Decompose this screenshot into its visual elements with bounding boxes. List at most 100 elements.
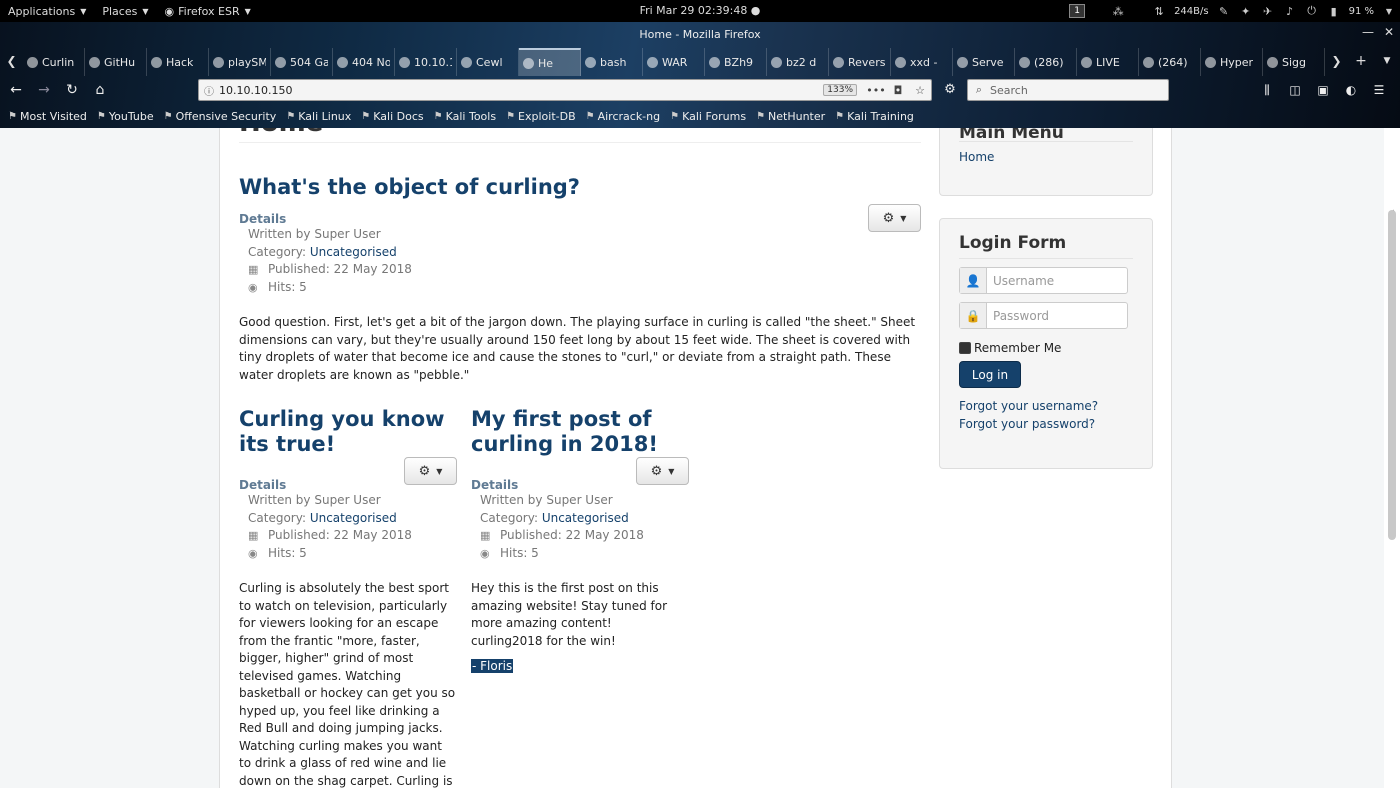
pocket-icon[interactable]: ◘ xyxy=(887,84,909,97)
tab-label: Sigg xyxy=(1282,55,1307,69)
browser-tab[interactable]: Reverse xyxy=(829,48,891,76)
library-icon[interactable]: ⫼ xyxy=(1256,79,1278,101)
chevron-down-icon[interactable]: ▼ xyxy=(1378,0,1400,22)
tab-favicon-icon xyxy=(27,56,38,68)
bookmark-item[interactable]: ⚑ Most Visited xyxy=(8,110,87,123)
bookmark-item[interactable]: ⚑ Exploit-DB xyxy=(506,110,576,123)
browser-tab[interactable]: Hyper xyxy=(1201,48,1263,76)
reload-button[interactable]: ↻ xyxy=(58,76,86,104)
tab-scroll-right-icon[interactable]: ❯ xyxy=(1325,46,1348,76)
username-field[interactable]: 👤 xyxy=(959,267,1128,294)
browser-tab[interactable]: (286) xyxy=(1015,48,1077,76)
back-button[interactable]: ← xyxy=(2,76,30,104)
forgot-username-link[interactable]: Forgot your username? xyxy=(959,398,1133,416)
close-icon[interactable]: ✕ xyxy=(1384,25,1394,39)
active-app-menu[interactable]: ◉ Firefox ESR ▼ xyxy=(157,0,259,22)
places-menu[interactable]: Places ▼ xyxy=(94,0,156,22)
browser-tab[interactable]: 404 Not xyxy=(333,48,395,76)
extension-icon[interactable]: ▣ xyxy=(1312,79,1334,101)
category-link[interactable]: Uncategorised xyxy=(542,511,629,525)
bookmark-item[interactable]: ⚑ YouTube xyxy=(97,110,154,123)
article-title[interactable]: My first post of curling in 2018! xyxy=(471,407,689,457)
browser-tab[interactable]: bash xyxy=(581,48,643,76)
article-title[interactable]: What's the object of curling? xyxy=(239,175,921,200)
kali-icon[interactable]: ◐ xyxy=(1340,79,1362,101)
bookmark-item[interactable]: ⚑ Kali Docs xyxy=(361,110,423,123)
article-tools-button[interactable]: ⚙ ▼ xyxy=(636,457,689,485)
page-actions-icon[interactable]: ••• xyxy=(865,84,887,97)
forward-button[interactable]: → xyxy=(30,76,58,104)
tab-scroll-left-icon[interactable]: ❮ xyxy=(0,46,23,76)
bookmark-item[interactable]: ⚑ Offensive Security xyxy=(164,110,277,123)
password-input[interactable] xyxy=(987,303,1127,328)
bookmark-item[interactable]: ⚑ Kali Linux xyxy=(286,110,351,123)
bookmark-item[interactable]: ⚑ NetHunter xyxy=(756,110,825,123)
sidebar-icon[interactable]: ◫ xyxy=(1284,79,1306,101)
bookmark-item[interactable]: ⚑ Kali Forums xyxy=(670,110,746,123)
signature-selected[interactable]: - Floris xyxy=(471,659,514,673)
browser-tab[interactable]: 10.10.10 xyxy=(395,48,457,76)
window-titlebar[interactable]: Home - Mozilla Firefox — ✕ xyxy=(0,22,1400,46)
browser-tab[interactable]: WAR xyxy=(643,48,705,76)
extension-icon[interactable]: ⁂ xyxy=(1088,0,1148,22)
tab-label: bz2 d xyxy=(786,55,817,69)
username-input[interactable] xyxy=(987,268,1127,293)
info-icon[interactable]: ⓘ xyxy=(199,83,219,98)
url-text[interactable]: 10.10.10.150 xyxy=(219,84,823,97)
category-link[interactable]: Uncategorised xyxy=(310,245,397,259)
home-button[interactable]: ⌂ xyxy=(86,76,114,104)
browser-tab[interactable]: BZh9 xyxy=(705,48,767,76)
browser-tab[interactable]: Curlin xyxy=(23,48,85,76)
browser-tab[interactable]: Serve xyxy=(953,48,1015,76)
zoom-level[interactable]: 133% xyxy=(823,84,857,96)
bookmark-item[interactable]: ⚑ Aircrack-ng xyxy=(586,110,660,123)
browser-tab[interactable]: 504 Gate xyxy=(271,48,333,76)
minimize-icon[interactable]: — xyxy=(1362,25,1374,39)
browser-tab[interactable]: (264) xyxy=(1139,48,1201,76)
browser-tab[interactable]: LIVE xyxy=(1077,48,1139,76)
kali-dragon-icon: ⚑ xyxy=(361,110,371,122)
bookmark-item[interactable]: ⚑ Kali Training xyxy=(835,110,914,123)
applications-menu[interactable]: Applications ▼ xyxy=(0,0,94,22)
search-bar[interactable]: ⌕ Search xyxy=(967,79,1169,101)
hits: ◉ Hits: 5 xyxy=(480,545,689,563)
tab-label: WAR xyxy=(662,55,688,69)
browser-tab[interactable]: Sigg xyxy=(1263,48,1325,76)
password-field[interactable]: 🔒 xyxy=(959,302,1128,329)
scroll-thumb[interactable] xyxy=(1388,210,1396,540)
new-tab-button[interactable]: + xyxy=(1348,53,1374,69)
tab-label: He xyxy=(538,56,554,70)
airplane-icon[interactable]: ✈ xyxy=(1257,0,1279,22)
gear-icon[interactable]: ⚙ xyxy=(940,79,960,101)
article-tools-button[interactable]: ⚙ ▼ xyxy=(868,204,921,232)
tool-icon[interactable]: ✎ xyxy=(1213,0,1235,22)
browser-tab[interactable]: xxd - xyxy=(891,48,953,76)
browser-tab[interactable]: He xyxy=(519,48,581,76)
volume-icon[interactable]: ♪ xyxy=(1279,0,1301,22)
browser-tab[interactable]: playSMS xyxy=(209,48,271,76)
gear-icon: ⚑ xyxy=(8,110,17,122)
workspace-indicator[interactable]: 1 xyxy=(1066,0,1088,22)
forgot-password-link[interactable]: Forgot your password? xyxy=(959,416,1133,434)
url-bar[interactable]: ⓘ 10.10.10.150 133% ••• ◘ ☆ xyxy=(198,79,932,101)
browser-tab[interactable]: bz2 d xyxy=(767,48,829,76)
gear-icon: ⚙ xyxy=(882,210,895,226)
browser-tab[interactable]: Hack xyxy=(147,48,209,76)
menu-icon[interactable]: ☰ xyxy=(1368,79,1390,101)
menu-item-home[interactable]: Home xyxy=(959,150,1133,164)
remember-me[interactable]: Remember Me xyxy=(959,341,1133,355)
article-tools-button[interactable]: ⚙ ▼ xyxy=(404,457,457,485)
category-link[interactable]: Uncategorised xyxy=(310,511,397,525)
article-title[interactable]: Curling you know its true! xyxy=(239,407,457,457)
bookmark-star-icon[interactable]: ☆ xyxy=(909,84,931,97)
power-icon[interactable]: ⏻ xyxy=(1301,0,1323,22)
browser-tab[interactable]: GitHu xyxy=(85,48,147,76)
remember-me-checkbox[interactable] xyxy=(959,342,971,354)
clock[interactable]: Fri Mar 29 02:39:48 xyxy=(640,4,748,17)
browser-tab[interactable]: Cewl xyxy=(457,48,519,76)
page-scrollbar[interactable]: ▲ xyxy=(1384,128,1400,788)
login-button[interactable]: Log in xyxy=(959,361,1021,388)
tab-list-chevron-icon[interactable]: ▼ xyxy=(1374,56,1400,66)
pin-icon[interactable]: ✦ xyxy=(1235,0,1257,22)
bookmark-item[interactable]: ⚑ Kali Tools xyxy=(434,110,496,123)
